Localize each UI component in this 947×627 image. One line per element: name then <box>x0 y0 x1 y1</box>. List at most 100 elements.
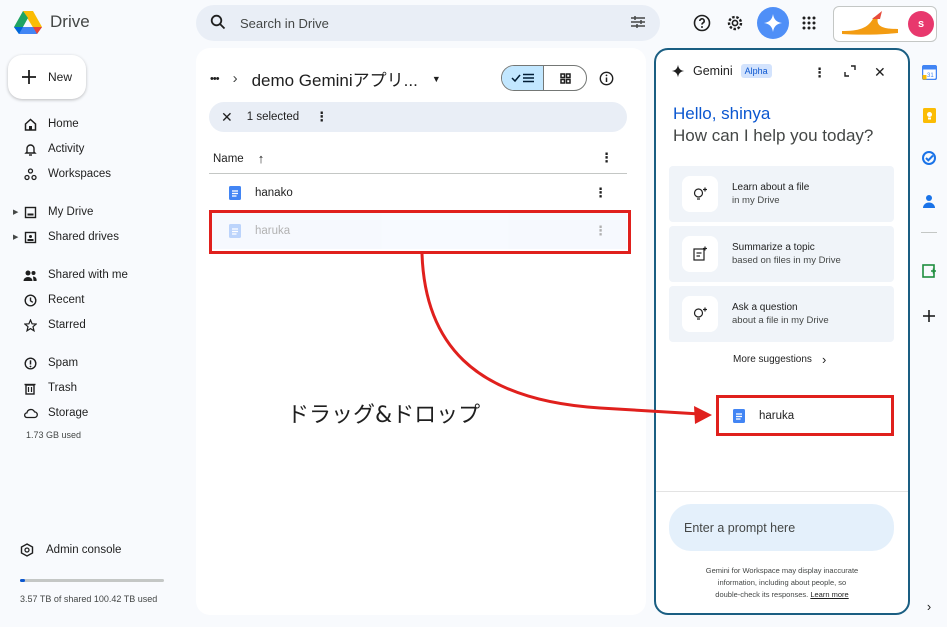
sidebar-item-shared-with-me[interactable]: Shared with me <box>0 264 190 286</box>
sidebar-item-label: Home <box>48 118 79 130</box>
addon-app-icon[interactable] <box>920 262 938 280</box>
folder-menu-dropdown-icon[interactable]: ▼ <box>432 74 441 84</box>
gemini-toggle-button[interactable] <box>757 7 789 39</box>
list-view-check-icon <box>510 73 534 83</box>
selection-count: 1 selected <box>246 111 300 123</box>
search-input[interactable] <box>240 15 616 31</box>
contacts-app-icon[interactable] <box>920 192 938 210</box>
sidebar-item-label: Activity <box>48 143 85 155</box>
selection-more-actions-icon[interactable]: ⋮ <box>315 109 328 125</box>
sidebar-item-label: Trash <box>48 382 77 394</box>
learn-more-link[interactable]: Learn more <box>810 590 848 599</box>
dropped-file-chip[interactable]: haruka <box>716 395 894 436</box>
close-panel-icon[interactable]: ✕ <box>874 64 886 81</box>
drive-logo[interactable]: Drive <box>14 10 90 34</box>
show-side-panel-chevron-icon[interactable]: › <box>920 597 938 615</box>
home-icon <box>22 116 38 132</box>
trash-icon <box>22 380 38 396</box>
bell-icon <box>22 141 38 157</box>
more-suggestions-label: More suggestions <box>733 354 812 365</box>
breadcrumb-more-button[interactable]: ••• <box>210 73 220 85</box>
sidebar-item-spam[interactable]: Spam <box>0 352 190 374</box>
gemini-spark-icon <box>764 14 782 32</box>
suggestion-subtitle: about a file in my Drive <box>732 315 829 326</box>
grid-view-button[interactable] <box>544 66 586 90</box>
suggestion-title: Ask a question <box>732 302 798 313</box>
sidebar-item-my-drive[interactable]: ▶ My Drive <box>0 201 190 223</box>
sidebar-item-workspaces[interactable]: Workspaces <box>0 163 190 185</box>
info-icon[interactable] <box>594 66 618 90</box>
grid-view-icon <box>559 72 571 84</box>
settings-gear-icon[interactable] <box>723 11 747 35</box>
header-divider <box>209 173 627 174</box>
google-docs-icon <box>733 408 745 423</box>
expand-panel-icon[interactable] <box>844 65 856 80</box>
sidebar-item-home[interactable]: Home <box>0 113 190 135</box>
storage-quota-text: 3.57 TB of shared 100.42 TB used <box>20 594 158 604</box>
disclaimer-line: double-check its responses. <box>715 590 809 599</box>
google-docs-icon <box>229 186 241 200</box>
gemini-divider <box>656 491 908 492</box>
keep-app-icon[interactable] <box>920 106 938 124</box>
folder-title[interactable]: demo Geminiアプリ... <box>252 66 418 91</box>
sidebar-item-label: Spam <box>48 357 79 369</box>
suggestion-learn-about-file[interactable]: Learn about a file in my Drive <box>669 166 894 222</box>
sidebar-item-storage[interactable]: Storage <box>0 402 190 424</box>
spam-icon <box>22 355 38 371</box>
calendar-app-icon[interactable]: 31 <box>920 63 938 81</box>
chevron-right-icon: › <box>821 352 827 367</box>
search-bar[interactable] <box>196 5 660 41</box>
column-options-icon[interactable]: ⋮ <box>600 150 613 166</box>
gemini-disclaimer: Gemini for Workspace may display inaccur… <box>676 565 888 601</box>
admin-console-link[interactable]: Admin console <box>20 543 121 557</box>
get-addons-plus-icon[interactable] <box>920 307 938 325</box>
cloud-icon <box>22 405 38 421</box>
drive-logo-icon <box>14 11 42 34</box>
apps-grid-icon[interactable] <box>797 11 821 35</box>
storage-quota-fill <box>20 579 26 582</box>
clear-selection-close-icon[interactable]: ✕ <box>221 109 233 126</box>
sort-arrow-up-icon[interactable]: ↑ <box>258 151 265 166</box>
main-content-panel <box>196 48 646 615</box>
search-icon[interactable] <box>210 14 226 33</box>
suggestion-title: Learn about a file <box>732 182 810 193</box>
suggestion-ask-question[interactable]: Ask a question about a file in my Drive <box>669 286 894 342</box>
rail-divider <box>921 232 937 233</box>
new-button[interactable]: New <box>8 55 86 99</box>
gemini-prompt-input[interactable] <box>669 504 894 551</box>
sidebar-item-recent[interactable]: Recent <box>0 289 190 311</box>
gemini-question: How can I help you today? <box>673 126 874 145</box>
suggestion-summarize-topic[interactable]: Summarize a topic based on files in my D… <box>669 226 894 282</box>
sidebar-item-shared-drives[interactable]: ▶ Shared drives <box>0 226 190 248</box>
expand-caret-icon[interactable]: ▶ <box>13 233 18 241</box>
suggestion-subtitle: in my Drive <box>732 195 780 206</box>
name-column-header[interactable]: Name ↑ <box>213 151 264 166</box>
gemini-more-options-icon[interactable]: ⋮ <box>813 65 826 81</box>
svg-text:31: 31 <box>927 73 934 79</box>
search-options-icon[interactable] <box>630 14 646 33</box>
gemini-spark-icon <box>671 64 685 78</box>
sidebar-item-activity[interactable]: Activity <box>0 138 190 160</box>
sidebar-item-trash[interactable]: Trash <box>0 377 190 399</box>
admin-shield-icon <box>20 543 34 557</box>
user-avatar[interactable]: s <box>908 11 934 37</box>
drag-source-highlight <box>209 210 631 254</box>
list-view-button[interactable] <box>502 66 544 90</box>
gemini-title: Gemini <box>693 64 733 78</box>
sidebar-item-label: My Drive <box>48 206 94 218</box>
summarize-doc-icon <box>682 236 718 272</box>
file-row-hanako[interactable]: hanako ⋮ <box>211 175 627 211</box>
suggestion-subtitle: based on files in my Drive <box>732 255 841 266</box>
dropped-file-name: haruka <box>759 409 795 422</box>
sidebar-item-starred[interactable]: Starred <box>0 314 190 336</box>
help-icon[interactable] <box>690 11 714 35</box>
lightbulb-plus-icon <box>682 176 718 212</box>
star-icon <box>22 317 38 333</box>
tasks-app-icon[interactable] <box>920 149 938 167</box>
new-button-label: New <box>48 70 73 84</box>
expand-caret-icon[interactable]: ▶ <box>13 208 18 216</box>
more-suggestions-button[interactable]: More suggestions › <box>733 352 826 367</box>
name-column-label: Name <box>213 152 244 165</box>
disclaimer-line: Gemini for Workspace may display inaccur… <box>705 566 859 575</box>
file-more-actions-icon[interactable]: ⋮ <box>594 185 607 201</box>
